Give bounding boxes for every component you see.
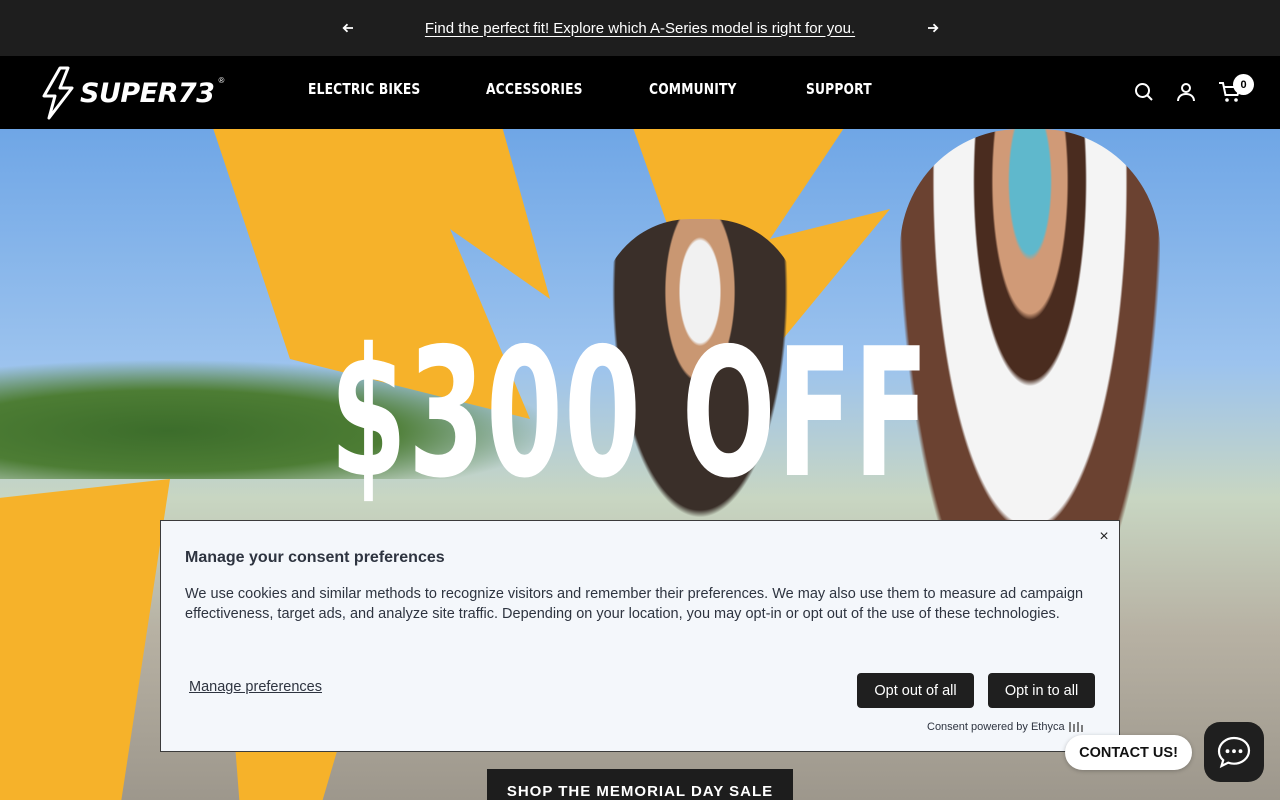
manage-preferences-link[interactable]: Manage preferences — [189, 679, 322, 695]
nav-accessories[interactable]: ACCESSORIES — [486, 80, 583, 98]
consent-title: Manage your consent preferences — [185, 549, 445, 566]
contact-us-pill[interactable]: CONTACT US! — [1065, 735, 1192, 770]
announcement-link[interactable]: Find the perfect fit! Explore which A-Se… — [425, 20, 855, 37]
arrow-right-icon[interactable] — [923, 18, 943, 38]
powered-by-text: Consent powered by Ethyca — [927, 721, 1065, 733]
nav-support[interactable]: SUPPORT — [806, 80, 872, 98]
hero-headline: $300 OFF — [330, 310, 931, 517]
close-icon[interactable]: × — [1097, 528, 1111, 545]
nav-electric-bikes[interactable]: ELECTRIC BIKES — [308, 80, 420, 98]
opt-out-all-button[interactable]: Opt out of all — [857, 673, 974, 708]
lightning-logo-icon — [42, 66, 74, 120]
search-icon[interactable] — [1132, 80, 1156, 104]
opt-in-all-button[interactable]: Opt in to all — [988, 673, 1095, 708]
ethyca-logo-icon — [1068, 722, 1083, 732]
arrow-left-icon[interactable] — [338, 18, 358, 38]
site-header: SUPER73 ® ELECTRIC BIKES ACCESSORIES COM… — [0, 56, 1280, 129]
account-icon[interactable] — [1174, 80, 1198, 104]
consent-dialog: × Manage your consent preferences We use… — [160, 520, 1120, 752]
nav-community[interactable]: COMMUNITY — [649, 80, 737, 98]
consent-powered-by: Consent powered by Ethyca — [927, 721, 1083, 733]
consent-description: We use cookies and similar methods to re… — [185, 586, 1084, 622]
registered-mark: ® — [218, 76, 225, 85]
super73-logo[interactable]: SUPER73 ® — [40, 66, 224, 120]
logo-wordmark: SUPER73 — [80, 77, 215, 109]
shop-sale-button[interactable]: SHOP THE MEMORIAL DAY SALE — [487, 769, 793, 800]
announcement-bar: Find the perfect fit! Explore which A-Se… — [0, 0, 1280, 56]
cart-count-badge: 0 — [1233, 74, 1254, 95]
chat-bubble-icon[interactable] — [1204, 722, 1264, 782]
